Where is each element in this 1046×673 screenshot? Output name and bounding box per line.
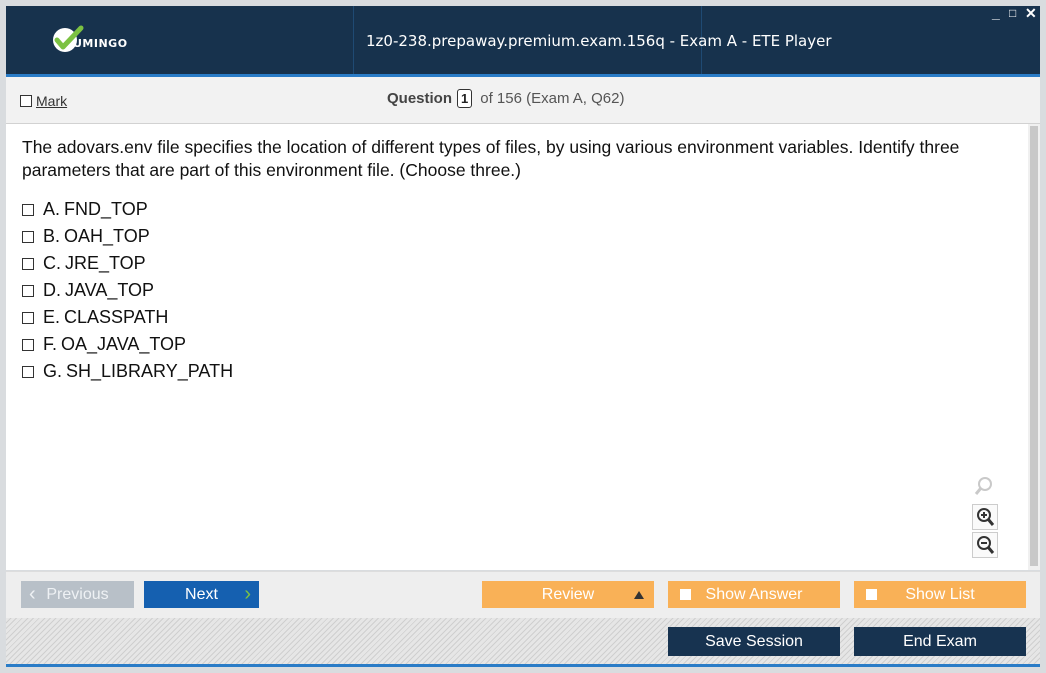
previous-button[interactable]: ‹ Previous — [21, 581, 134, 608]
show-answer-label: Show Answer — [705, 585, 803, 603]
title-bar: UMINGO 1z0-238.prepaway.premium.exam.156… — [6, 6, 1040, 77]
question-number-input[interactable]: 1 — [457, 89, 473, 108]
save-session-button[interactable]: Save Session — [668, 627, 840, 656]
checkbox-icon[interactable] — [22, 311, 34, 324]
show-answer-button[interactable]: Show Answer — [668, 581, 840, 608]
question-total: of 156 (Exam A, Q62) — [480, 90, 625, 107]
checkbox-icon — [866, 589, 877, 600]
option-c[interactable]: C. JRE_TOP — [22, 250, 233, 277]
show-list-button[interactable]: Show List — [854, 581, 1026, 608]
minimize-button[interactable]: _ — [992, 6, 1000, 20]
title-separator — [353, 6, 354, 74]
checkbox-icon — [680, 589, 691, 600]
next-button[interactable]: Next › — [144, 581, 259, 608]
review-button[interactable]: Review — [482, 581, 654, 608]
option-e[interactable]: E. CLASSPATH — [22, 304, 233, 331]
option-text: JRE_TOP — [65, 253, 146, 273]
option-letter: B. — [43, 226, 61, 246]
question-header: Mark Question 1 of 156 (Exam A, Q62) — [6, 77, 1040, 124]
checkbox-icon[interactable] — [22, 257, 34, 270]
option-text: CLASSPATH — [64, 307, 169, 327]
caret-up-icon — [634, 591, 644, 599]
option-a[interactable]: A. FND_TOP — [22, 196, 233, 223]
zoom-reset-icon[interactable] — [972, 474, 996, 498]
question-text: The adovars.env file specifies the locat… — [22, 137, 960, 180]
checkbox-icon[interactable] — [22, 338, 34, 351]
checkbox-icon — [20, 95, 32, 107]
logo-text: UMINGO — [73, 37, 128, 50]
previous-label: Previous — [46, 585, 109, 603]
option-letter: C. — [43, 253, 61, 273]
close-button[interactable]: ✕ — [1025, 6, 1037, 20]
checkbox-icon[interactable] — [22, 230, 34, 243]
review-label: Review — [541, 585, 595, 603]
question-label: Question — [387, 90, 453, 107]
checkbox-icon[interactable] — [22, 365, 34, 378]
app-window: UMINGO 1z0-238.prepaway.premium.exam.156… — [0, 0, 1046, 673]
navigation-bar: ‹ Previous Next › Review Show Answer Sho… — [6, 571, 1040, 618]
chevron-left-icon: ‹ — [29, 583, 36, 605]
option-letter: A. — [43, 199, 61, 219]
option-text: OAH_TOP — [64, 226, 150, 246]
option-text: JAVA_TOP — [65, 280, 155, 300]
option-f[interactable]: F. OA_JAVA_TOP — [22, 331, 233, 358]
footer-bar: Save Session End Exam — [6, 618, 1040, 665]
footer-accent-line — [6, 664, 1040, 667]
answer-options: A. FND_TOP B. OAH_TOP C. JRE_TOP D. JAVA_TOP… — [22, 196, 233, 385]
question-counter: Question 1 of 156 (Exam A, Q62) — [387, 89, 625, 108]
option-g[interactable]: G. SH_LIBRARY_PATH — [22, 358, 233, 385]
option-letter: G. — [43, 361, 63, 381]
option-letter: D. — [43, 280, 61, 300]
maximize-button[interactable]: □ — [1009, 6, 1016, 20]
option-text: FND_TOP — [64, 199, 148, 219]
checkbox-icon[interactable] — [22, 284, 34, 297]
option-letter: F. — [43, 334, 58, 354]
mark-checkbox[interactable]: Mark — [20, 93, 67, 109]
end-exam-button[interactable]: End Exam — [854, 627, 1026, 656]
checkbox-icon[interactable] — [22, 203, 34, 216]
vumingo-logo: UMINGO — [51, 24, 161, 58]
option-letter: E. — [43, 307, 61, 327]
option-b[interactable]: B. OAH_TOP — [22, 223, 233, 250]
scrollbar-thumb[interactable] — [1030, 126, 1038, 566]
next-label: Next — [185, 585, 218, 603]
show-list-label: Show List — [905, 585, 975, 603]
chevron-right-icon: › — [244, 583, 251, 605]
mark-label: Mark — [36, 93, 68, 109]
question-content: The adovars.env file specifies the locat… — [6, 124, 1028, 570]
option-text: OA_JAVA_TOP — [61, 334, 187, 354]
option-text: SH_LIBRARY_PATH — [66, 361, 234, 381]
zoom-out-icon[interactable] — [972, 532, 998, 558]
window-title: 1z0-238.prepaway.premium.exam.156q - Exa… — [366, 32, 832, 50]
zoom-in-icon[interactable] — [972, 504, 998, 530]
option-d[interactable]: D. JAVA_TOP — [22, 277, 233, 304]
